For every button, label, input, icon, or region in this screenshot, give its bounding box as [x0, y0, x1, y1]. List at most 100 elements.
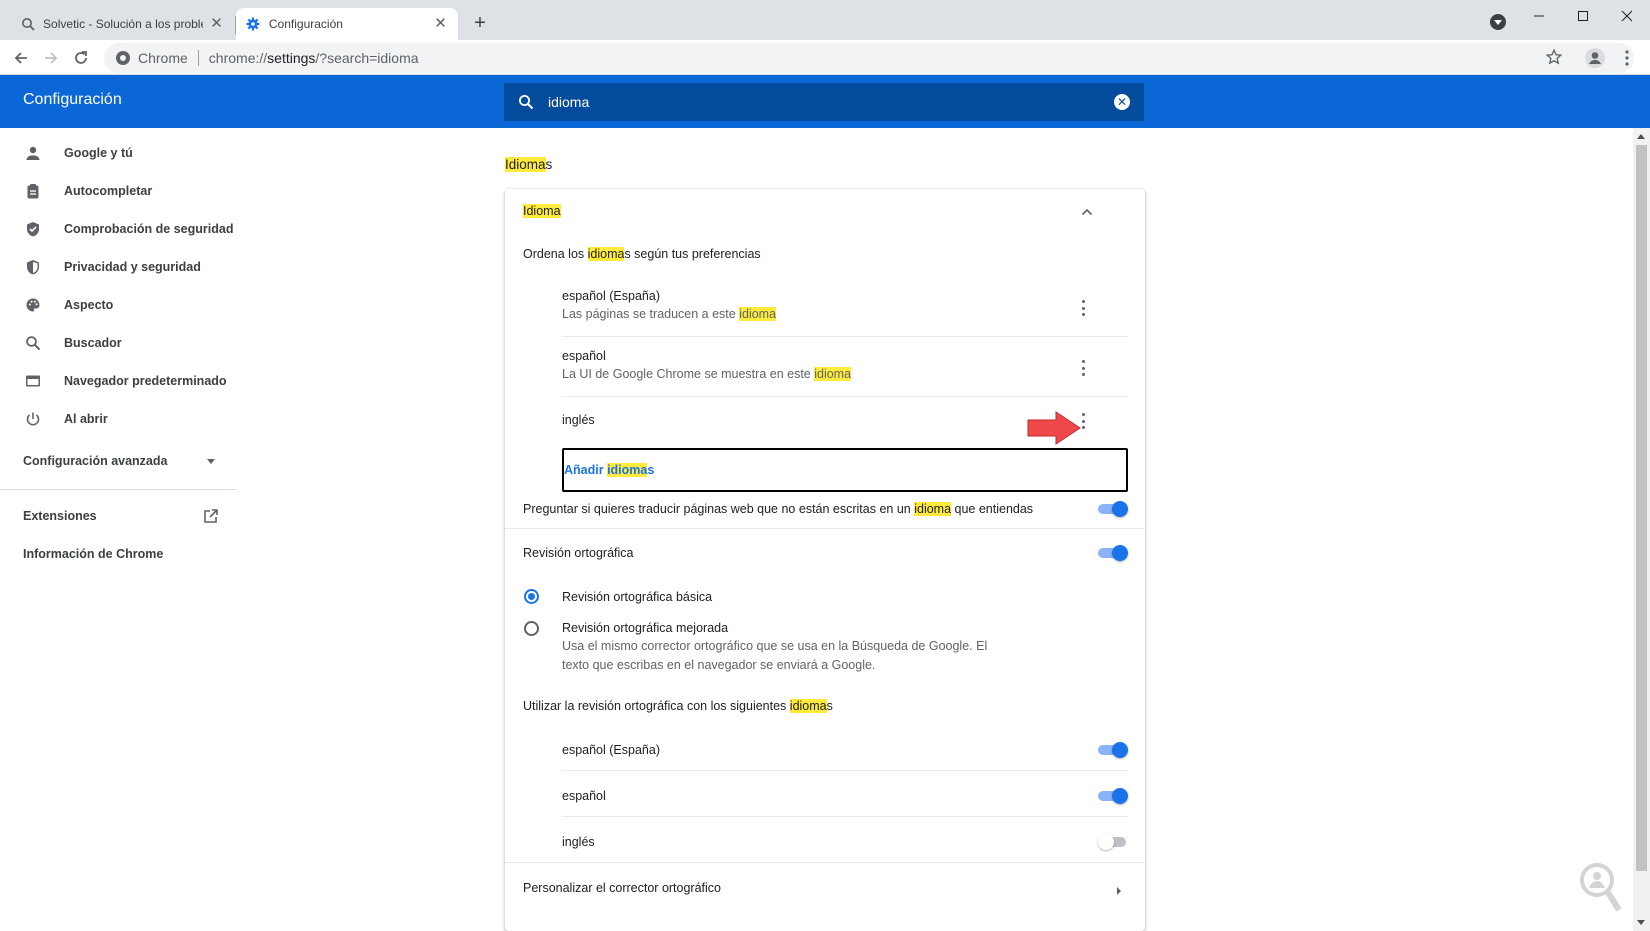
sidebar-item-label: Buscador: [64, 336, 122, 350]
sidebar-item-label: Autocompletar: [64, 184, 153, 198]
tab-solvetic[interactable]: Solvetic - Solución a los problem ✕: [10, 8, 234, 40]
spellcheck-enhanced-description: texto que escribas en el navegador se en…: [562, 658, 876, 672]
site-label: Chrome: [138, 50, 188, 66]
person-icon: [24, 144, 42, 162]
sidebar-item-safety-check[interactable]: Comprobación de seguridad: [0, 210, 236, 248]
site-info[interactable]: Chrome: [116, 50, 188, 66]
chevron-up-icon[interactable]: [1081, 205, 1093, 220]
tab-title: Solvetic - Solución a los problem: [43, 17, 203, 31]
search-input[interactable]: [548, 91, 1088, 113]
settings-search[interactable]: ✕: [504, 83, 1144, 121]
sidebar-item-default-browser[interactable]: Navegador predeterminado: [0, 362, 236, 400]
annotation-arrow-icon: [1027, 411, 1081, 445]
more-actions-icon[interactable]: [1081, 360, 1085, 376]
caret-down-icon[interactable]: [207, 459, 215, 464]
sidebar-item-label: Al abrir: [64, 412, 108, 426]
profile-avatar-icon[interactable]: [1585, 48, 1605, 68]
more-actions-icon[interactable]: [1081, 300, 1085, 316]
tab-strip: Solvetic - Solución a los problem ✕ Conf…: [0, 0, 1650, 40]
spellcheck-toggle[interactable]: [1098, 545, 1128, 561]
palette-icon: [24, 296, 42, 314]
order-description: Ordena los idiomas según tus preferencia…: [523, 247, 761, 261]
spellcheck-title: Revisión ortográfica: [523, 546, 634, 560]
add-languages-button[interactable]: Añadir idiomas: [562, 448, 1128, 492]
search-icon: [24, 334, 42, 352]
language-description: Las páginas se traducen a este idioma: [562, 307, 777, 321]
browser-icon: [24, 372, 42, 390]
translate-toggle[interactable]: [1098, 501, 1128, 517]
search-icon: [518, 94, 534, 113]
page-scrollbar[interactable]: [1633, 128, 1650, 931]
sidebar-divider: [0, 489, 236, 490]
spell-language-toggle[interactable]: [1098, 788, 1128, 804]
row-divider: [562, 336, 1128, 337]
sidebar-item-label: Navegador predeterminado: [64, 374, 227, 388]
power-icon: [24, 410, 42, 428]
browser-toolbar: Chrome chrome://settings/?search=idioma: [0, 40, 1650, 75]
spell-language-toggle[interactable]: [1098, 742, 1128, 758]
chrome-menu-icon[interactable]: [1622, 48, 1632, 68]
tab-title: Configuración: [268, 17, 343, 31]
customize-spellcheck-link[interactable]: Personalizar el corrector ortográfico: [523, 881, 721, 895]
chrome-logo-icon: [116, 51, 130, 65]
open-in-new-icon[interactable]: [203, 508, 219, 524]
spellcheck-enhanced-description: Usa el mismo corrector ortográfico que s…: [562, 639, 988, 653]
reload-icon[interactable]: [69, 46, 93, 70]
spellcheck-basic-radio[interactable]: [524, 589, 539, 604]
sidebar-item-on-startup[interactable]: Al abrir: [0, 400, 236, 438]
sidebar-item-autofill[interactable]: Autocompletar: [0, 172, 236, 210]
scroll-down-icon[interactable]: [1637, 920, 1645, 925]
address-bar[interactable]: Chrome chrome://settings/?search=idioma: [104, 43, 1634, 73]
sidebar-item-label: Aspecto: [64, 298, 114, 312]
spellcheck-enhanced-label: Revisión ortográfica mejorada: [562, 621, 729, 635]
tab-search-icon[interactable]: [1490, 14, 1506, 30]
clipboard-icon: [24, 182, 42, 200]
languages-card: Idioma Ordena los idiomas según tus pref…: [505, 189, 1145, 931]
page-title: Configuración: [23, 91, 122, 108]
sidebar-item-label: Google y tú: [64, 146, 133, 160]
spell-language-name: inglés: [562, 835, 595, 849]
advanced-settings-toggle[interactable]: Configuración avanzada: [23, 454, 223, 468]
tab-configuracion[interactable]: Configuración ✕: [236, 8, 458, 40]
language-name: inglés: [562, 413, 595, 427]
sidebar-item-privacy[interactable]: Privacidad y seguridad: [0, 248, 236, 286]
window-close-icon[interactable]: [1613, 6, 1641, 26]
language-name: español: [562, 349, 606, 363]
add-languages-label: Añadir idiomas: [564, 463, 655, 477]
back-icon[interactable]: [9, 46, 33, 70]
sidebar-item-appearance[interactable]: Aspecto: [0, 286, 236, 324]
shield-icon: [24, 258, 42, 276]
spell-language-name: español (España): [562, 743, 660, 757]
about-chrome-link[interactable]: Información de Chrome: [23, 547, 163, 561]
card-title[interactable]: Idioma: [523, 204, 561, 218]
spellcheck-languages-label: Utilizar la revisión ortográfica con los…: [523, 699, 833, 713]
row-divider: [562, 816, 1128, 817]
forward-icon[interactable]: [39, 46, 63, 70]
solvetic-watermark-logo: [1580, 863, 1622, 912]
spell-language-toggle[interactable]: [1098, 834, 1128, 850]
solvetic-favicon-icon: [20, 16, 35, 32]
tab-close-icon[interactable]: ✕: [433, 16, 448, 32]
chevron-right-icon[interactable]: [1116, 884, 1122, 899]
clear-search-icon[interactable]: ✕: [1114, 94, 1130, 110]
spellcheck-basic-label: Revisión ortográfica básica: [562, 590, 713, 604]
sidebar: Google y tú Autocompletar Comprobación d…: [0, 128, 236, 931]
scroll-thumb[interactable]: [1636, 145, 1647, 871]
tab-close-icon[interactable]: ✕: [209, 16, 224, 32]
bookmark-star-icon[interactable]: [1545, 48, 1565, 68]
url-text: chrome://settings/?search=idioma: [208, 50, 419, 66]
sidebar-item-label: Comprobación de seguridad: [64, 222, 234, 236]
new-tab-button[interactable]: +: [468, 12, 492, 36]
translate-prompt-label: Preguntar si quieres traducir páginas we…: [523, 502, 1034, 516]
gear-icon: [246, 16, 261, 32]
minimize-icon[interactable]: [1525, 6, 1553, 26]
shield-check-icon: [24, 220, 42, 238]
sidebar-item-label: Privacidad y seguridad: [64, 260, 201, 274]
spell-language-name: español: [562, 789, 606, 803]
sidebar-item-search-engine[interactable]: Buscador: [0, 324, 236, 362]
sidebar-item-google[interactable]: Google y tú: [0, 134, 236, 172]
scroll-up-icon[interactable]: [1637, 134, 1645, 139]
maximize-icon[interactable]: [1569, 6, 1597, 26]
extensions-link[interactable]: Extensiones: [23, 509, 97, 523]
spellcheck-enhanced-radio[interactable]: [524, 621, 539, 636]
